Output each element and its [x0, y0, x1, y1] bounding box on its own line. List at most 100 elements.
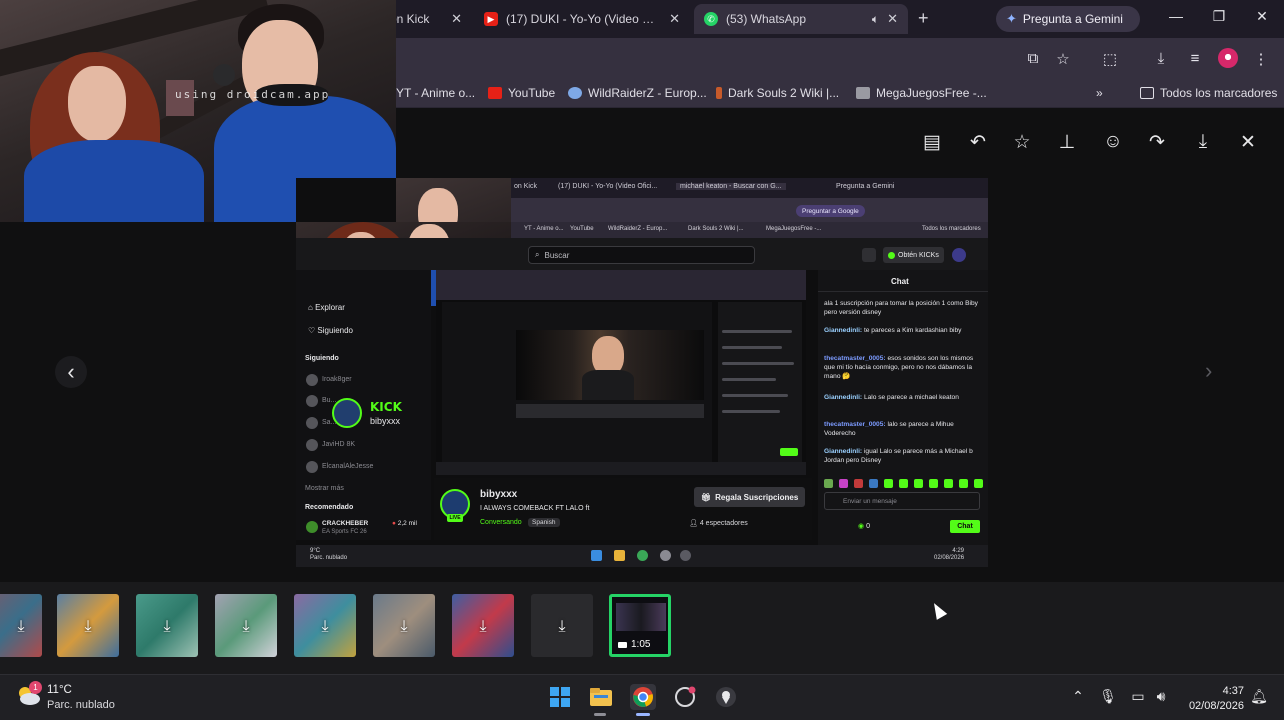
star-icon[interactable]: ☆ [1053, 50, 1073, 68]
download-icon: ⤓ [321, 615, 329, 635]
media-thumbnail[interactable]: ⤓ [531, 594, 593, 657]
pin-icon[interactable]: ⊥ [1055, 131, 1079, 154]
media-thumbnail-selected[interactable]: 1:05 [609, 594, 671, 657]
bookmark-item[interactable]: MegaJuegosFree -... [856, 86, 987, 100]
bookmark-item[interactable]: WildRaiderZ - Europ... [568, 86, 707, 100]
maximize-icon[interactable]: ❐ [1209, 8, 1229, 25]
nested-chat-line [722, 330, 792, 333]
emoji-icon[interactable]: ☺ [1101, 131, 1125, 153]
shot-live-badge: LIVE [447, 514, 463, 522]
bookmark-item[interactable]: YT - Anime o... [396, 86, 475, 100]
profile-avatar[interactable] [1218, 48, 1238, 68]
bookmark-item[interactable]: YouTube [488, 86, 555, 100]
close-icon[interactable]: ✕ [1236, 131, 1260, 154]
chevron-up-icon[interactable]: ⌃ [1069, 688, 1087, 705]
lamp [213, 64, 235, 86]
media-thumbnail[interactable]: ⤓ [452, 594, 514, 657]
windows-start-icon[interactable] [547, 684, 573, 710]
file-explorer-icon[interactable] [588, 684, 614, 710]
shot-gift-icon [862, 248, 876, 262]
shot-emote-row [824, 479, 984, 489]
all-bookmarks-folder[interactable]: Todos los marcadores [1140, 86, 1277, 100]
emote-icon [869, 479, 878, 488]
bookmarks-overflow-button[interactable]: » [1096, 86, 1103, 100]
shot-address-bar [511, 198, 988, 222]
media-control-icon[interactable]: ≡ [1185, 50, 1205, 67]
close-icon[interactable]: ✕ [669, 11, 680, 27]
emote-icon [914, 479, 923, 488]
shot-rec-game: EA Sports FC 26 [322, 529, 367, 535]
kick-channel-badge [332, 398, 362, 428]
menu-icon[interactable]: ⋮ [1251, 50, 1271, 68]
install-app-icon[interactable]: ⧉ [1023, 50, 1043, 67]
shot-bookmark: YT - Anime o... [524, 226, 564, 232]
tab-whatsapp[interactable]: ✆ (53) WhatsApp 🔈︎ ✕ [694, 4, 908, 34]
nested-chat-line [722, 378, 776, 381]
emote-icon [854, 479, 863, 488]
media-thumbnail[interactable]: ⤓ [136, 594, 198, 657]
caption-icon[interactable]: ▤ [920, 131, 944, 154]
shot-channel: JaviHD 8K [322, 441, 356, 448]
gemini-spark-icon: ✦ [1006, 11, 1017, 26]
shot-stream-category: Conversando [480, 519, 522, 526]
app-icon[interactable] [672, 684, 698, 710]
network-icon[interactable]: ▭ [1129, 688, 1147, 705]
emote-icon [899, 479, 908, 488]
bookmark-label: Dark Souls 2 Wiki |... [728, 86, 840, 100]
shot-recommended: Recomendado [305, 504, 354, 511]
map-pin-icon[interactable] [713, 684, 739, 710]
app-icon [680, 550, 691, 561]
media-thumbnail[interactable]: ⤓ [373, 594, 435, 657]
shot-search: ⌕ Buscar [528, 246, 755, 264]
notification-icon[interactable]: 🔔︎ [1250, 688, 1268, 705]
microphone-icon[interactable]: 🎙︎ [1099, 688, 1117, 705]
speaker-icon[interactable]: 🔈︎ [872, 12, 879, 27]
media-thumbnail[interactable]: ⤓ [215, 594, 277, 657]
close-icon[interactable]: ✕ [451, 11, 462, 27]
shot-tab: michael keaton - Buscar con G... [676, 183, 786, 190]
download-icon[interactable]: ⤓ [1191, 131, 1215, 153]
shot-stream-title: I ALWAYS COMEBACK FT LALO ft [480, 505, 590, 512]
folder-icon [614, 550, 625, 561]
gemini-button[interactable]: ✦ Pregunta a Gemini [996, 6, 1140, 32]
tab-youtube[interactable]: ▶ (17) DUKI - Yo-Yo (Video Oficial) ✕ [474, 4, 690, 34]
media-thumbnail[interactable]: ⤓ [57, 594, 119, 657]
extensions-icon[interactable]: ⬚ [1100, 50, 1120, 68]
emote-icon [944, 479, 953, 488]
nested-chat-line [722, 346, 782, 349]
weather-temperature[interactable]: 11°C [47, 684, 72, 696]
shot-bookmark: MegaJuegosFree -... [766, 226, 822, 232]
media-thumbnail[interactable]: ⤓ [294, 594, 356, 657]
star-icon[interactable]: ☆ [1010, 131, 1034, 154]
shot-avatar [952, 248, 966, 262]
bookmark-label: WildRaiderZ - Europ... [588, 86, 707, 100]
shot-tab: Pregunta a Gemini [836, 183, 895, 190]
weather-badge: 1 [29, 681, 42, 694]
media-preview: on Kick (17) DUKI - Yo-Yo (Video Ofici..… [296, 178, 988, 567]
shot-channel-avatar [306, 461, 318, 473]
reply-icon[interactable]: ↶ [966, 131, 990, 154]
download-icon: ⤓ [242, 615, 250, 635]
download-icon: ⤓ [558, 615, 566, 635]
system-clock[interactable]: 4:37 02/08/2026 [1180, 684, 1244, 714]
volume-icon[interactable]: 🔊︎ [1152, 688, 1170, 705]
next-media-button[interactable]: › [1205, 358, 1212, 384]
shot-channel-avatar [306, 521, 318, 533]
weather-condition[interactable]: Parc. nublado [47, 699, 115, 711]
kick-username: bibyxxx [370, 416, 401, 426]
new-tab-button[interactable]: + [918, 8, 929, 29]
bookmark-item[interactable]: Dark Souls 2 Wiki |... [716, 86, 839, 100]
emote-icon [929, 479, 938, 488]
forward-icon[interactable]: ↷ [1145, 131, 1169, 154]
shot-channel-avatar [306, 417, 318, 429]
previous-media-button[interactable]: ‹ [55, 356, 87, 388]
close-icon[interactable]: ✕ [887, 11, 898, 27]
media-thumbnail[interactable]: ⤓ [0, 594, 42, 657]
app-running-indicator [594, 713, 606, 716]
chrome-icon[interactable] [630, 684, 656, 710]
shot-channel-avatar [306, 439, 318, 451]
close-window-icon[interactable]: ✕ [1252, 8, 1272, 25]
download-icon[interactable]: ⤓ [1151, 50, 1171, 67]
shot-chat-message: thecatmaster_0005: esos sonidos son los … [824, 355, 974, 380]
minimize-icon[interactable]: — [1166, 8, 1186, 24]
